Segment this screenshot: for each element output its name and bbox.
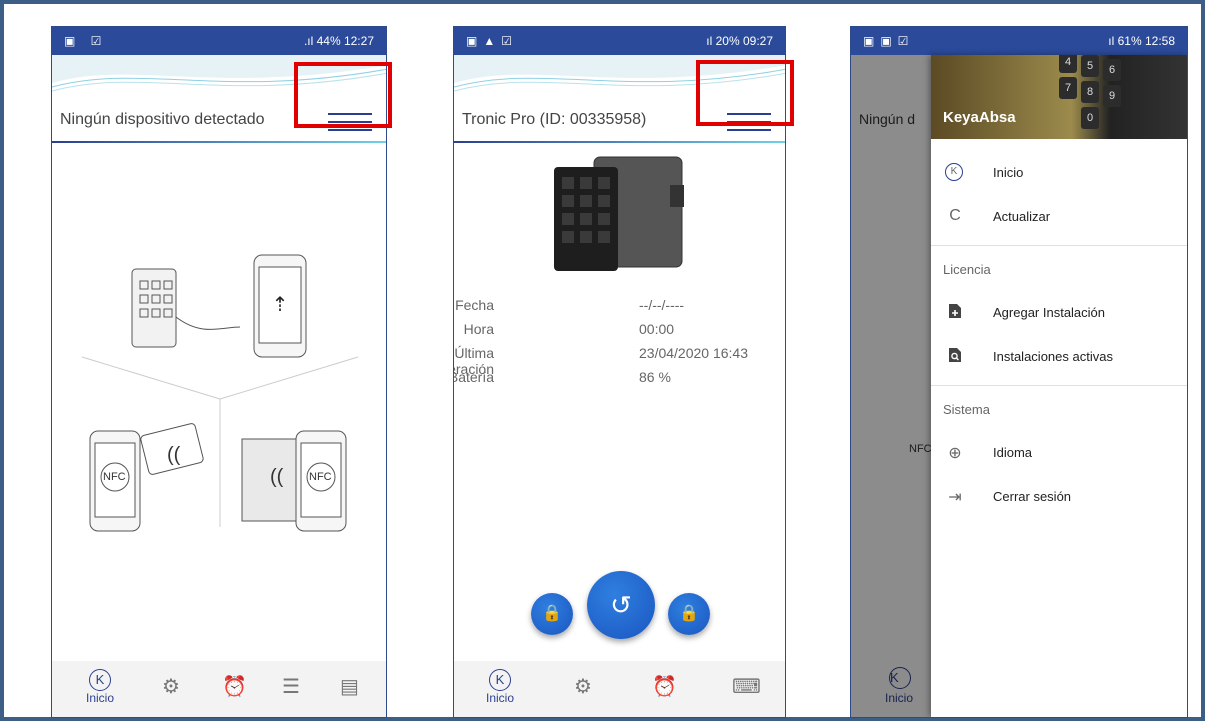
lock-icon: 🔒 <box>679 605 699 622</box>
connection-illustration: ⇡ (( (( <box>81 254 359 532</box>
menu-highlight-box <box>696 60 794 126</box>
drawer-item-label: Agregar Instalación <box>993 305 1106 320</box>
keypad-key: 0 <box>1081 107 1099 129</box>
scrim-overlay[interactable] <box>851 55 931 717</box>
drawer-item-agregar-instalacion[interactable]: Agregar Instalación <box>931 291 1187 335</box>
svg-text:((: (( <box>270 466 284 488</box>
svg-text:⇡: ⇡ <box>272 294 289 316</box>
drawer-item-label: Actualizar <box>993 209 1051 224</box>
info-key: Batería <box>453 369 494 385</box>
screenshot-frame: ▣ ☑ .ıl 44% 12:27 Ningún dispositivo det… <box>0 0 1205 721</box>
history-button[interactable]: ↺ <box>587 571 655 639</box>
phone-screen-2: ▣▲☑ ıl 20% 09:27 Tronic Pro (ID: 0033595… <box>453 26 786 718</box>
drawer-divider <box>931 385 1187 386</box>
drawer-item-label: Instalaciones activas <box>993 349 1113 364</box>
status-info: ıl 61% 12:58 <box>1108 34 1175 48</box>
drawer-item-idioma[interactable]: ⊕ Idioma <box>931 431 1187 475</box>
drawer-item-label: Idioma <box>993 445 1033 460</box>
tab-inicio-label: Inicio <box>486 691 515 705</box>
keypad-key: 5 <box>1081 55 1099 77</box>
phone-screen-3: ▣▣☑ ıl 61% 12:58 Ningún d NFC K Inicio 4… <box>850 26 1188 718</box>
nfc-label: NFC <box>309 471 332 483</box>
device-lock-image <box>554 156 684 271</box>
drawer-item-instalaciones-activas[interactable]: Instalaciones activas <box>931 335 1187 379</box>
keypad-key: 8 <box>1081 81 1099 103</box>
bottom-nav: K Inicio ⚙ ⏰ ⌨ <box>454 661 785 717</box>
section-license-header: Licencia <box>943 262 991 277</box>
info-value: --/--/---- <box>639 297 685 313</box>
home-k-icon: K <box>489 669 511 691</box>
lock-button-right[interactable]: 🔒 <box>668 593 710 635</box>
add-document-icon <box>945 303 965 324</box>
drawer-item-inicio[interactable]: K Inicio <box>931 151 1187 195</box>
drawer-item-actualizar[interactable]: C Actualizar <box>931 195 1187 239</box>
history-icon: ↺ <box>610 590 632 620</box>
alarm-clock-icon[interactable]: ⏰ <box>222 675 247 699</box>
device-title: Tronic Pro (ID: 00335958) <box>462 111 647 128</box>
keypad-key: 7 <box>1059 77 1077 99</box>
section-system-header: Sistema <box>943 402 990 417</box>
drawer-item-label: Inicio <box>993 165 1024 180</box>
tab-inicio[interactable]: K Inicio <box>486 669 514 705</box>
keypad-key: 6 <box>1103 59 1121 81</box>
notification-icons: ▣ ☑ <box>64 34 108 48</box>
search-document-icon <box>945 347 965 368</box>
info-value: 23/04/2020 16:43 <box>639 345 748 361</box>
page-title: Ningún dispositivo detectado <box>60 111 265 128</box>
refresh-icon: C <box>949 207 961 224</box>
header-divider <box>454 141 785 143</box>
notification-icons: ▣▲☑ <box>466 34 518 48</box>
keypad-key: 4 <box>1059 55 1077 73</box>
drawer-divider <box>931 245 1187 246</box>
drawer-brand: KeyaAbsa <box>943 109 1016 126</box>
logout-icon: ⇥ <box>948 489 962 506</box>
info-value: 00:00 <box>639 321 675 337</box>
header-divider <box>52 141 386 143</box>
lock-icon: 🔒 <box>542 605 562 622</box>
nfc-label: NFC <box>103 471 126 483</box>
settings-gear-icon[interactable]: ⚙ <box>162 675 180 699</box>
notification-icons: ▣▣☑ <box>863 34 915 48</box>
status-info: .ıl 44% 12:27 <box>303 34 374 48</box>
status-bar: ▣ ☑ .ıl 44% 12:27 <box>52 27 386 55</box>
checklist-icon[interactable]: ☰ <box>282 675 300 699</box>
globe-icon: ⊕ <box>948 445 962 462</box>
status-bar: ▣▲☑ ıl 20% 09:27 <box>454 27 785 55</box>
tab-inicio-label: Inicio <box>86 691 115 705</box>
settings-gear-icon[interactable]: ⚙ <box>574 675 592 699</box>
svg-text:((: (( <box>167 444 181 466</box>
status-bar: ▣▣☑ ıl 61% 12:58 <box>851 27 1187 55</box>
status-info: ıl 20% 09:27 <box>706 34 773 48</box>
bottom-nav: K Inicio ⚙ ⏰ ☰ ▤ <box>52 661 386 717</box>
info-key: Fecha <box>455 297 494 313</box>
home-k-icon: K <box>945 163 963 181</box>
keypad-key: 9 <box>1103 85 1121 107</box>
alarm-clock-icon[interactable]: ⏰ <box>652 675 677 699</box>
lock-button-left[interactable]: 🔒 <box>531 593 573 635</box>
drawer-header: 4 5 6 7 8 9 0 KeyaAbsa <box>931 55 1187 139</box>
phone-screen-1: ▣ ☑ .ıl 44% 12:27 Ningún dispositivo det… <box>51 26 387 718</box>
drawer-item-label: Cerrar sesión <box>993 489 1072 504</box>
info-value: 86 % <box>639 369 671 385</box>
tab-inicio[interactable]: K Inicio <box>86 669 114 705</box>
info-key: Hora <box>463 321 494 337</box>
keypad-icon[interactable]: ⌨ <box>732 675 761 699</box>
navigation-drawer: 4 5 6 7 8 9 0 KeyaAbsa K Inicio C Actual… <box>931 55 1187 717</box>
card-reader-icon[interactable]: ▤ <box>340 675 359 699</box>
drawer-item-cerrar-sesion[interactable]: ⇥ Cerrar sesión <box>931 475 1187 519</box>
menu-highlight-box <box>294 62 392 128</box>
home-k-icon: K <box>89 669 111 691</box>
